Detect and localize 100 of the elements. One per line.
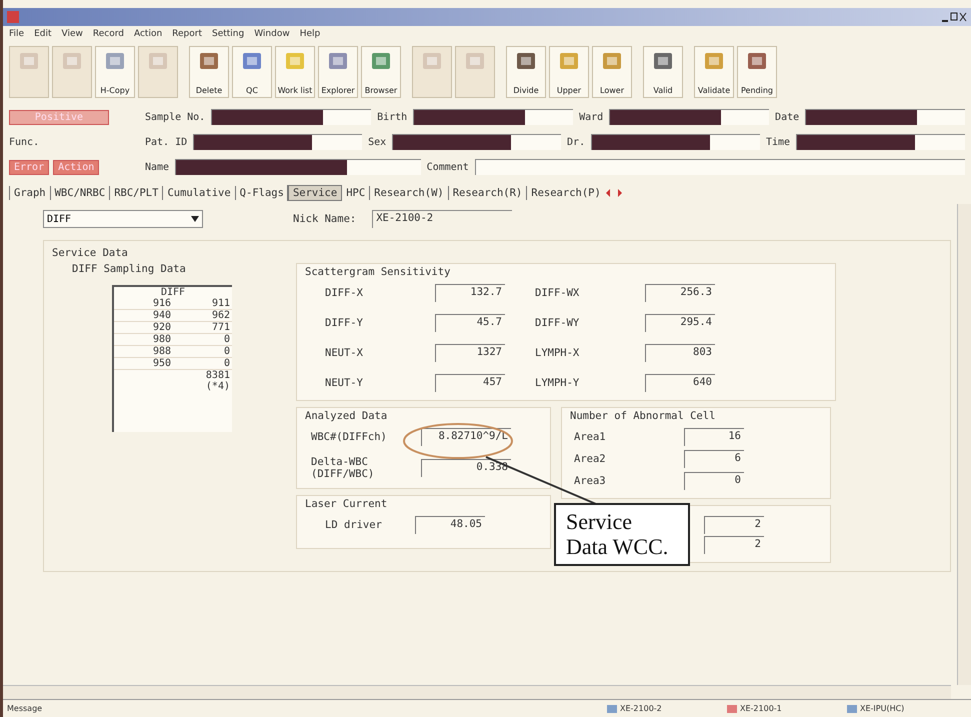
horizontal-scrollbar[interactable] [3, 685, 951, 699]
value-field: 457 [435, 374, 505, 392]
menu-item[interactable]: Edit [34, 29, 52, 39]
value-field: 256.3 [645, 284, 715, 302]
toolbar-button[interactable]: Valid [643, 46, 683, 98]
field-label: Delta-WBC (DIFF/WBC) [311, 456, 376, 480]
input-field[interactable] [211, 109, 372, 125]
table-cell-text: 0 [222, 358, 231, 369]
toolbar-button[interactable]: Upper [549, 46, 589, 98]
toolbar-icon [370, 50, 392, 72]
tab-scroll-icon[interactable] [604, 188, 623, 198]
toolbar-button[interactable]: Pending [737, 46, 777, 98]
nick-name-field[interactable]: XE-2100-2 [372, 210, 512, 228]
table-cell-text: 0 [222, 346, 231, 357]
tab[interactable]: Graph [9, 186, 50, 200]
table-header: DIFF [160, 287, 186, 298]
channel-dropdown[interactable]: DIFF [43, 210, 203, 228]
toolbar-button[interactable]: Explorer [318, 46, 358, 98]
field-label: DIFF-X [325, 287, 364, 299]
table-cell-text: 771 [210, 322, 231, 333]
input-field[interactable] [591, 134, 760, 150]
table-cell-text: 0 [222, 334, 231, 345]
toolbar-icon [703, 50, 725, 72]
input-field[interactable] [474, 159, 965, 175]
value-field: 45.7 [435, 314, 505, 332]
table-cell-text: 940 [152, 310, 172, 321]
group-title: Service Data [52, 247, 129, 259]
value-field: 803 [645, 344, 715, 362]
vertical-scrollbar[interactable] [957, 204, 971, 685]
value-field: 2 [704, 516, 764, 534]
toolbar-button[interactable]: Lower [592, 46, 632, 98]
panel-title: Analyzed Data [305, 410, 388, 422]
tab[interactable]: WBC/NRBC [50, 186, 110, 200]
toolbar-icon [421, 50, 443, 72]
value-field: 0 [684, 472, 744, 490]
toolbar-button[interactable]: Validate [694, 46, 734, 98]
value-field: 640 [645, 374, 715, 392]
value-field: 48.05 [415, 516, 485, 534]
value-field: 1327 [435, 344, 505, 362]
field-label: Area2 [574, 453, 607, 465]
tab[interactable]: HPC [341, 186, 370, 200]
toolbar-icon [104, 50, 126, 72]
panel-title: Number of Abnormal Cell [570, 410, 716, 422]
table-cell-text: (*4) [204, 381, 231, 392]
input-field[interactable] [609, 109, 770, 125]
value-field: 132.7 [435, 284, 505, 302]
toolbar-button[interactable]: Browser [361, 46, 401, 98]
field-label: Comment [426, 162, 469, 172]
input-field[interactable] [175, 159, 421, 175]
device-label: XE-2100-1 [740, 704, 782, 713]
table-cell-text: 920 [152, 322, 172, 333]
tab[interactable]: Research(R) [448, 186, 526, 200]
toolbar-icon [558, 50, 580, 72]
toolbar-button[interactable]: Delete [189, 46, 229, 98]
field-label: Time [766, 136, 790, 148]
value-field: 6 [684, 450, 744, 468]
menu-item[interactable]: File [9, 29, 24, 39]
field-label: NEUT-X [325, 347, 364, 359]
field-label: Pat. ID [145, 136, 188, 148]
field-label: Birth [377, 112, 408, 122]
field-label: LYMPH-X [535, 347, 580, 359]
toolbar-button[interactable]: Divide [506, 46, 546, 98]
toolbar-button[interactable]: H-Copy [95, 46, 135, 98]
annotation-callout: Service Data WCC. [554, 503, 690, 566]
input-field[interactable] [796, 134, 965, 150]
menu-item[interactable]: Setting [212, 29, 244, 39]
menu-item[interactable]: Action [134, 29, 162, 39]
table-cell-text: 962 [210, 310, 231, 321]
tab[interactable]: Research(W) [369, 186, 448, 200]
input-field[interactable] [392, 134, 562, 150]
field-label: Area1 [574, 431, 607, 443]
field-label: WBC#(DIFFch) [311, 431, 388, 443]
toolbar-icon [284, 50, 306, 72]
tab[interactable]: Cumulative [162, 186, 235, 200]
toolbar-button[interactable]: QC [232, 46, 272, 98]
tab[interactable]: RBC/PLT [109, 186, 162, 200]
panel-title: Scattergram Sensitivity [305, 266, 452, 278]
table-cell-text: 911 [210, 298, 231, 309]
toolbar-icon [241, 50, 263, 72]
device-label: XE-2100-2 [620, 704, 662, 713]
menu-item[interactable]: Record [92, 29, 124, 39]
tab[interactable]: Service [288, 186, 342, 200]
toolbar-icon [327, 50, 349, 72]
menu-item[interactable]: Window [254, 29, 290, 39]
toolbar-button[interactable]: Work list [275, 46, 315, 98]
toolbar-icon [652, 50, 674, 72]
menu-item[interactable]: View [62, 29, 83, 39]
input-field[interactable] [193, 134, 362, 150]
menu-item[interactable]: Help [300, 29, 320, 39]
value-field: 16 [684, 428, 744, 446]
field-label: Ward [579, 112, 604, 122]
tab[interactable]: Research(P) [526, 186, 605, 200]
window-controls-icon[interactable] [941, 11, 967, 23]
field-label: Nick Name: [293, 213, 356, 225]
input-field[interactable] [413, 109, 574, 125]
status-message: Message [7, 704, 44, 713]
menu-item[interactable]: Report [172, 29, 202, 39]
field-label: Name [145, 162, 170, 172]
input-field[interactable] [805, 109, 966, 125]
toolbar-icon [515, 50, 537, 72]
